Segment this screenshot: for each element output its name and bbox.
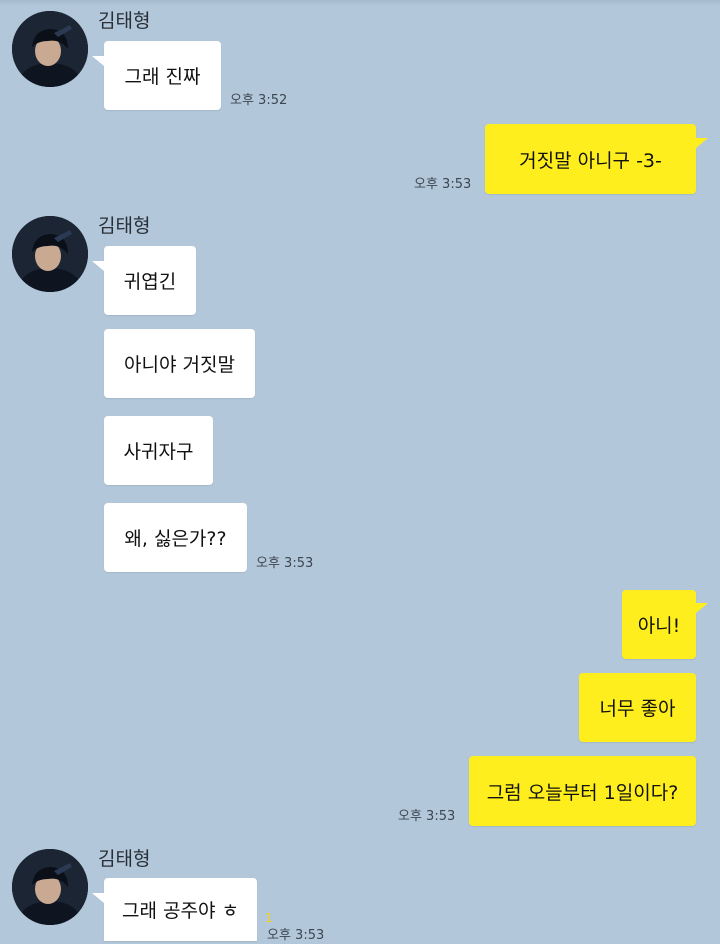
bubble-tail (92, 56, 104, 66)
message-timestamp: 오후 3:53 (398, 809, 456, 824)
incoming-message-bubble[interactable]: 사귀자구 (104, 416, 213, 485)
sender-name: 김태형 (98, 848, 151, 870)
avatar-photo-icon (12, 11, 88, 87)
incoming-message-bubble[interactable]: 왜, 싫은가?? (104, 503, 247, 572)
bubble-tail (696, 603, 708, 613)
unread-count: 1 (265, 911, 273, 925)
bubble-tail (92, 893, 104, 903)
outgoing-message-bubble[interactable]: 거짓말 아니구 -3- (485, 124, 696, 194)
incoming-message-bubble[interactable]: 귀엽긴 (104, 246, 196, 315)
sender-avatar[interactable] (12, 849, 88, 925)
message-timestamp: 오후 3:53 (256, 556, 314, 571)
incoming-message-bubble[interactable]: 그래 진짜 (104, 41, 221, 110)
message-timestamp: 오후 3:52 (230, 93, 288, 108)
sender-avatar[interactable] (12, 11, 88, 87)
top-shadow (0, 0, 720, 6)
outgoing-message-bubble[interactable]: 아니! (622, 590, 696, 659)
outgoing-message-bubble[interactable]: 너무 좋아 (579, 673, 696, 742)
outgoing-message-bubble[interactable]: 그럼 오늘부터 1일이다? (469, 756, 696, 826)
bubble-tail (696, 138, 708, 148)
avatar-photo-icon (12, 216, 88, 292)
sender-name: 김태형 (98, 10, 151, 32)
incoming-message-bubble[interactable]: 그래 공주야 ㅎ (104, 878, 257, 941)
message-timestamp: 오후 3:53 (267, 928, 325, 943)
sender-avatar[interactable] (12, 216, 88, 292)
bubble-tail (92, 261, 104, 271)
message-timestamp: 오후 3:53 (414, 177, 472, 192)
sender-name: 김태형 (98, 215, 151, 237)
avatar-photo-icon (12, 849, 88, 925)
incoming-message-bubble[interactable]: 아니야 거짓말 (104, 329, 255, 398)
